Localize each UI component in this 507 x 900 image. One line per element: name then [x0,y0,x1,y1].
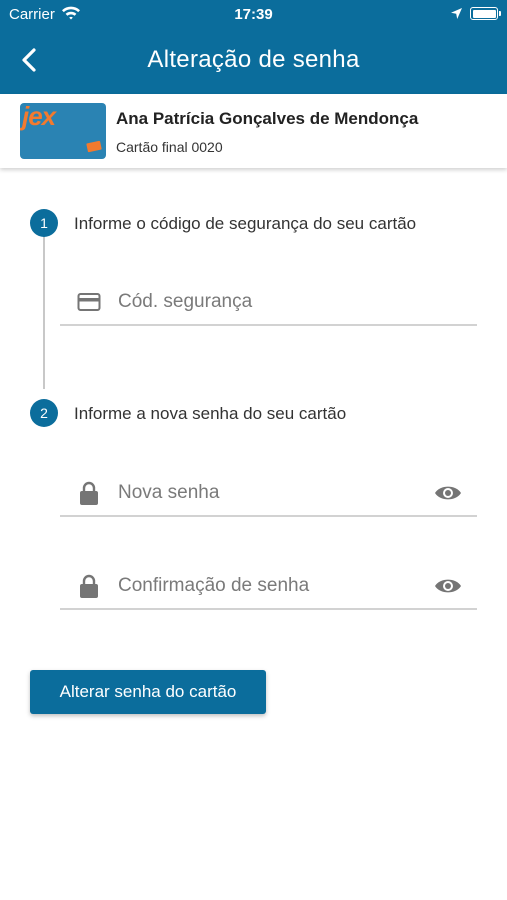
page-title: Alteração de senha [147,46,360,73]
app-header: Carrier 17:39 Alteração de senha [0,0,507,94]
eye-icon[interactable] [434,484,462,507]
step-2-text: Informe a nova senha do seu cartão [74,404,347,423]
step-1-text: Informe o código de segurança do seu car… [74,214,417,233]
card-number-label: Cartão final 0020 [116,139,223,155]
location-icon [450,7,463,24]
credit-card-icon [77,292,101,317]
new-password-input[interactable] [118,479,418,507]
card-summary: jex Ana Patrícia Gonçalves de Mendonça C… [0,94,507,168]
lock-icon [79,481,99,510]
eye-icon[interactable] [434,577,462,600]
status-bar: Carrier 17:39 [0,0,507,28]
security-code-input[interactable] [118,288,418,316]
security-code-field[interactable] [60,280,477,326]
step-connector [43,236,45,389]
card-chip-icon [86,140,102,153]
new-password-field[interactable] [60,471,477,517]
card-holder-name: Ana Patrícia Gonçalves de Mendonça [116,109,419,128]
status-time: 17:39 [234,6,273,23]
card-thumbnail: jex [20,103,106,159]
step-1-badge: 1 [30,209,58,237]
confirm-password-field[interactable] [60,564,477,610]
battery-icon [470,7,501,20]
step-2-badge: 2 [30,399,58,427]
change-password-button[interactable]: Alterar senha do cartão [30,670,266,714]
lock-icon [79,574,99,603]
confirm-password-input[interactable] [118,572,418,600]
card-brand-logo: jex [22,103,56,131]
